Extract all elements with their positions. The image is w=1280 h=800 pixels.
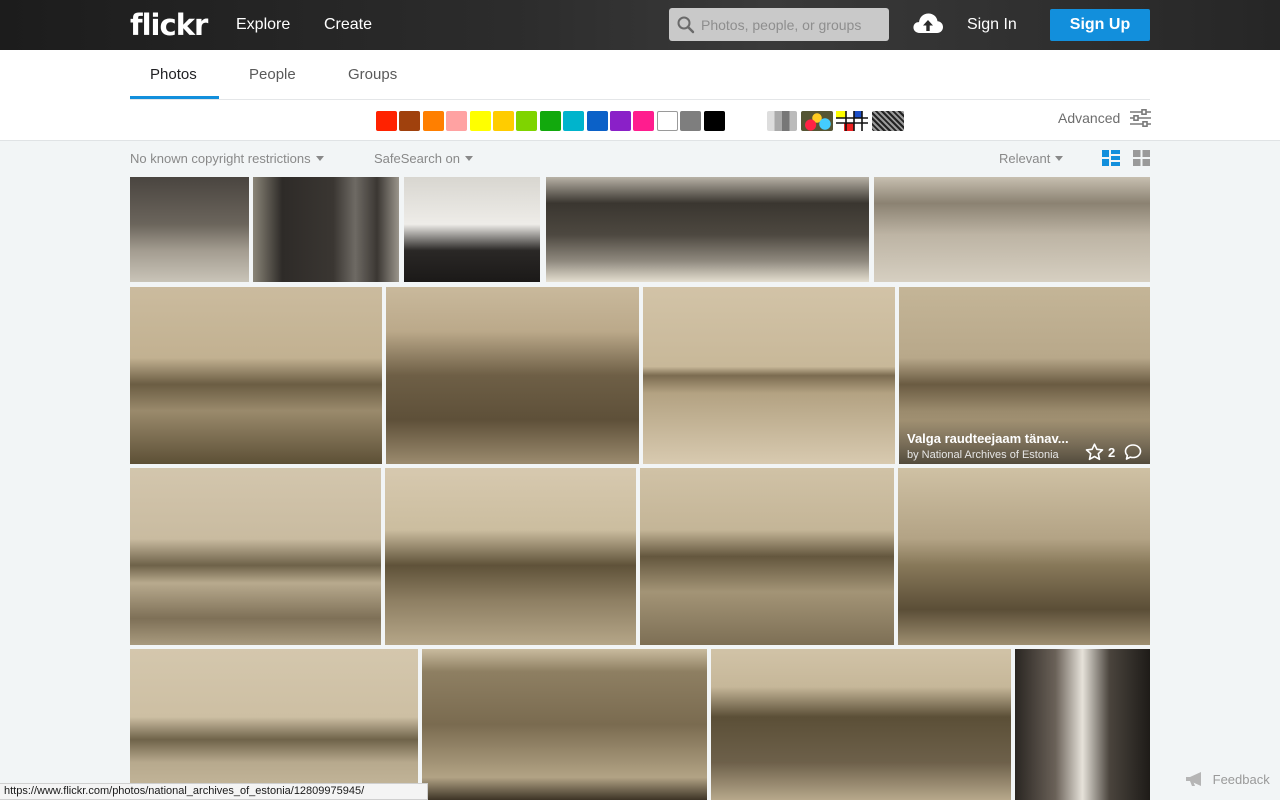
comment-icon[interactable] [1124, 443, 1142, 466]
license-label: No known copyright restrictions [130, 151, 311, 166]
color-swatch[interactable] [516, 111, 538, 131]
photo-thumbnail[interactable] [1015, 649, 1150, 800]
photo-thumbnail[interactable] [643, 287, 895, 464]
minimalist-filter[interactable] [836, 111, 868, 131]
feedback-button[interactable]: Feedback [1185, 771, 1270, 787]
sliders-icon[interactable] [1130, 109, 1151, 132]
photo-thumbnail[interactable] [130, 177, 249, 282]
color-swatch[interactable] [422, 111, 444, 131]
color-swatch[interactable] [469, 111, 491, 131]
favorites-count: 2 [1108, 445, 1116, 460]
pattern-filter[interactable] [872, 111, 904, 131]
photo-thumbnail[interactable] [711, 649, 1011, 800]
photo-thumbnail[interactable] [874, 177, 1150, 282]
color-swatch[interactable] [610, 111, 631, 131]
color-swatch[interactable] [493, 111, 514, 131]
photo-title[interactable]: Valga raudteejaam tänav... [907, 431, 1069, 446]
color-swatch[interactable] [586, 111, 608, 131]
status-bar-url: https://www.flickr.com/photos/national_a… [0, 783, 428, 800]
photo-thumbnail[interactable] [130, 287, 382, 464]
license-dropdown[interactable]: No known copyright restrictions [130, 151, 324, 166]
color-swatch[interactable] [703, 111, 725, 131]
safesearch-dropdown[interactable]: SafeSearch on [374, 151, 474, 166]
search-input[interactable] [701, 8, 886, 41]
tab-people[interactable]: People [249, 66, 296, 83]
color-swatch[interactable] [563, 111, 585, 131]
search-type-tabs: Photos People Groups Advanced [0, 50, 1280, 141]
create-link[interactable]: Create [324, 16, 372, 34]
black-and-white-filter[interactable] [767, 111, 797, 131]
sign-in-link[interactable]: Sign In [967, 16, 1017, 34]
color-swatch[interactable] [539, 111, 561, 131]
sign-up-button[interactable]: Sign Up [1050, 9, 1150, 41]
photo-thumbnail[interactable] [130, 649, 418, 800]
tab-groups[interactable]: Groups [348, 66, 397, 83]
star-icon[interactable] [1085, 443, 1104, 466]
photo-thumbnail[interactable] [404, 177, 540, 282]
megaphone-icon [1185, 772, 1209, 787]
flickr-logo[interactable]: flickr [130, 8, 208, 42]
photo-thumbnail[interactable] [386, 287, 639, 464]
advanced-search-link[interactable]: Advanced [1058, 110, 1120, 126]
photo-thumbnail[interactable] [422, 649, 707, 800]
chevron-down-icon [1055, 156, 1064, 161]
chevron-down-icon [465, 156, 474, 161]
photo-thumbnail[interactable] [546, 177, 869, 282]
grid-layout-icon[interactable] [1133, 150, 1150, 171]
active-tab-underline [130, 96, 219, 99]
color-swatch[interactable] [376, 111, 397, 131]
color-swatch[interactable] [633, 111, 655, 131]
color-swatch[interactable] [399, 111, 421, 131]
tab-divider [130, 99, 1150, 100]
chevron-down-icon [315, 156, 324, 161]
color-swatch[interactable] [446, 111, 468, 131]
photo-thumbnail[interactable] [898, 468, 1150, 645]
photo-thumbnail[interactable] [385, 468, 636, 645]
shallow-depth-of-field-filter[interactable] [801, 111, 833, 131]
justified-layout-icon[interactable] [1102, 150, 1120, 171]
search-icon[interactable] [677, 16, 695, 39]
photo-byline[interactable]: by National Archives of Estonia [907, 449, 1059, 461]
safesearch-label: SafeSearch on [374, 151, 461, 166]
sort-label: Relevant [999, 151, 1051, 166]
explore-link[interactable]: Explore [236, 16, 290, 34]
feedback-label: Feedback [1212, 772, 1270, 787]
color-swatch[interactable] [656, 111, 678, 131]
color-swatch[interactable] [680, 111, 702, 131]
photo-thumbnail[interactable] [130, 468, 381, 645]
top-navigation-bar: flickr Explore Create Sign In Sign Up [0, 0, 1280, 50]
cloud-upload-icon[interactable] [912, 12, 944, 41]
tab-photos[interactable]: Photos [150, 66, 197, 83]
photo-thumbnail[interactable] [640, 468, 894, 645]
sort-dropdown[interactable]: Relevant [999, 151, 1064, 166]
photo-thumbnail[interactable] [253, 177, 399, 282]
search-box[interactable] [669, 8, 889, 41]
